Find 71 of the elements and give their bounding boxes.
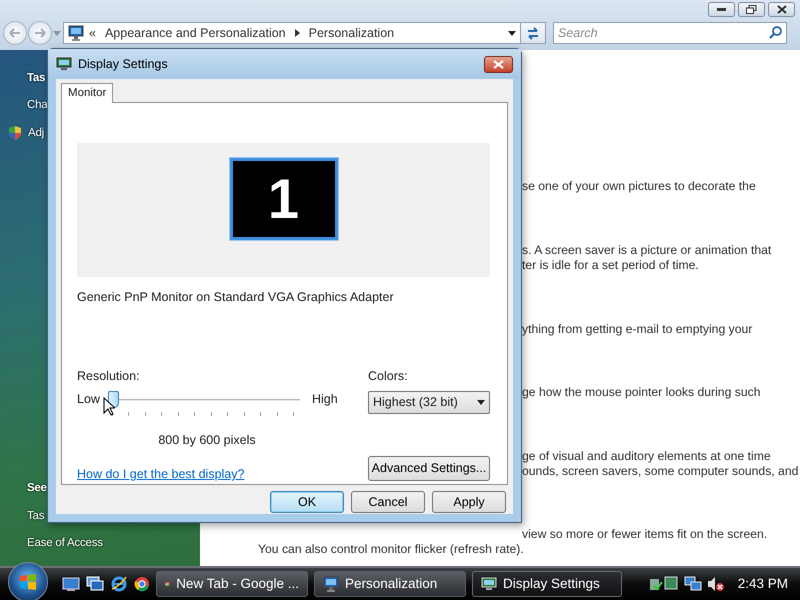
description-text: ything from getting e-mail to emptying your [522,322,752,336]
taskbar-button[interactable]: Personalization [314,571,466,597]
windows-logo-icon [19,573,37,591]
address-bar[interactable]: « Appearance and Personalization Personalization [63,22,521,44]
description-text: view so more or fewer items fit on the screen. [522,526,768,540]
monitor-icon [68,25,84,41]
refresh-icon [526,26,540,40]
slider-max-label: High [312,391,338,408]
refresh-button[interactable] [521,22,546,44]
slider-min-label: Low [77,391,100,408]
back-arrow-icon [9,28,21,38]
taskbar-button[interactable]: Display Settings [472,571,622,597]
monitor-icon [323,576,339,592]
speaker-muted-icon[interactable] [706,576,725,592]
minimize-button[interactable] [708,2,735,17]
internet-explorer-icon[interactable] [110,576,128,592]
sidebar-link[interactable]: Cha [27,97,48,114]
dropdown-arrow-icon [477,400,485,404]
resolution-slider[interactable] [108,390,300,408]
sidebar-link[interactable]: Tas [27,508,44,525]
close-icon [493,60,504,68]
search-field[interactable]: Search [553,22,787,44]
help-link[interactable]: How do I get the best display? [77,465,244,484]
forward-arrow-icon [34,28,46,38]
dialog-button[interactable]: Apply [432,491,506,513]
clock[interactable]: 2:43 PM [738,574,788,594]
description-text: s. A screen saver is a picture or animation that [522,242,772,256]
dialog-title: Display Settings [78,56,169,73]
start-button[interactable] [8,562,48,600]
description-text: se one of your own pictures to decorate the [522,179,756,193]
close-button[interactable] [484,56,513,72]
shield-icon [7,125,23,142]
dropdown-arrow-icon[interactable] [508,30,516,36]
restore-button[interactable] [738,2,765,17]
restore-icon [746,5,757,14]
taskbar-button[interactable]: New Tab - Google ... [156,571,308,597]
breadcrumb-chevron[interactable]: « [89,24,96,42]
close-button[interactable] [768,2,795,17]
monitor-description: Generic PnP Monitor on Standard VGA Graphics Adapter [77,289,395,306]
minimize-icon [717,8,726,11]
display-settings-icon [56,56,72,72]
colors-dropdown[interactable]: Highest (32 bit) [368,390,490,414]
advanced-settings-button[interactable]: Advanced Settings... [368,456,490,480]
description-text: ter is idle for a set period of time. [522,258,699,272]
sidebar-heading: See [26,481,48,496]
search-icon [769,26,782,39]
close-icon [776,5,786,14]
sidebar-link[interactable]: Ease of Access [27,534,103,552]
network-icon[interactable] [684,576,702,592]
description-text: ounds, screen savers, some computer sounds, and [522,464,798,478]
breadcrumb[interactable]: Personalization [308,24,394,42]
resolution-label: Resolution: [77,368,141,385]
resolution-value: 800 by 600 pixels [157,432,257,449]
breadcrumb-arrow-icon [294,29,300,37]
window-switcher-icon[interactable] [86,576,104,592]
breadcrumb[interactable]: Appearance and Personalization [104,24,286,42]
cursor-icon [103,397,115,416]
network-status-icon[interactable] [648,576,679,592]
display-settings-icon [481,576,497,592]
sidebar-link[interactable]: Adj [28,124,44,142]
dialog-button[interactable]: Cancel [351,491,425,513]
description-text: ge of visual and auditory elements at one time [522,448,771,462]
monitor-tile[interactable]: 1 [230,158,338,240]
description-text: You can also control monitor flicker (refresh rate). [258,542,524,556]
desktop-icon[interactable] [62,576,80,592]
tab[interactable]: Monitor [61,83,114,103]
sidebar-heading: Tas [26,71,46,86]
chrome-icon[interactable] [134,576,150,592]
colors-label: Colors: [368,368,409,385]
description-text: ge how the mouse pointer looks during such [522,385,760,399]
dialog-button[interactable]: OK [270,491,344,513]
